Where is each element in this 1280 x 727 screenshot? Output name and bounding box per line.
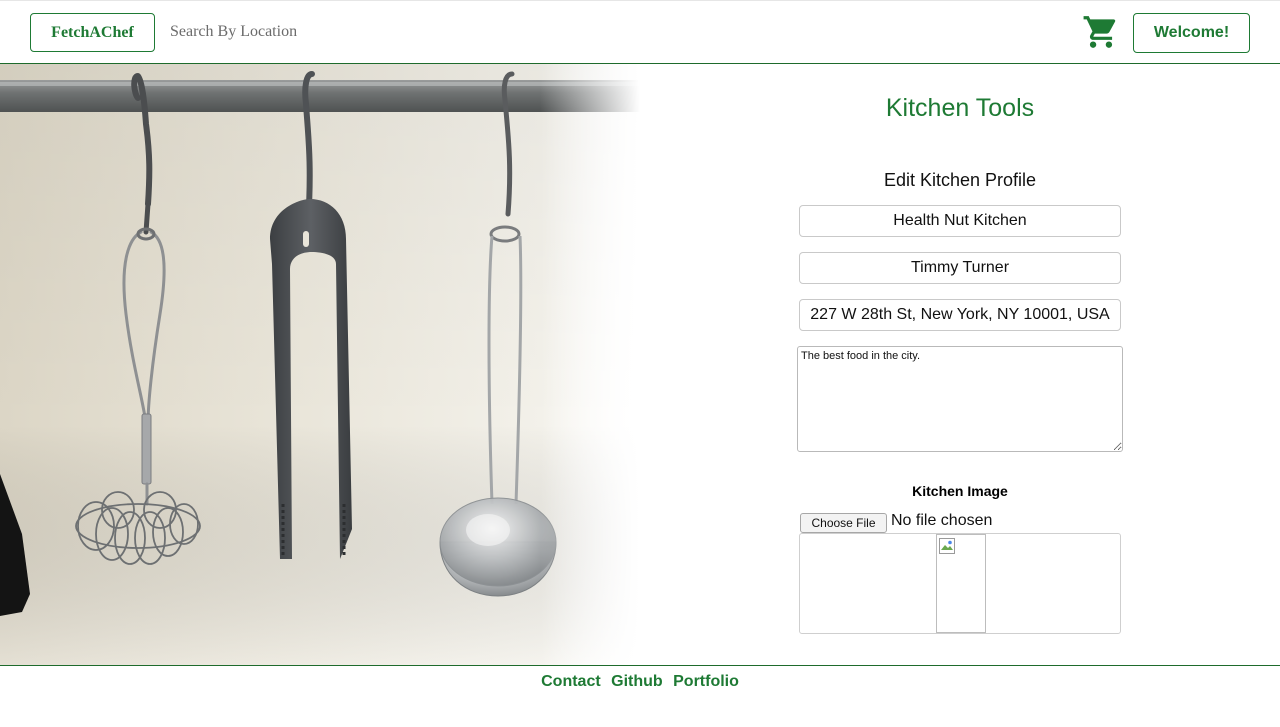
top-navbar: FetchAChef Welcome! — [0, 0, 1280, 64]
kitchen-description-textarea[interactable]: The best food in the city. — [797, 346, 1123, 452]
kitchen-image-label: Kitchen Image — [912, 483, 1008, 499]
kitchen-name-input[interactable] — [799, 205, 1121, 237]
kitchen-utensils-photo — [0, 64, 640, 666]
location-search-input[interactable] — [170, 15, 470, 49]
file-status-text: No file chosen — [891, 512, 993, 529]
address-input[interactable] — [799, 299, 1121, 331]
page-title: Kitchen Tools — [885, 94, 1035, 122]
brand-logo-button[interactable]: FetchAChef — [30, 13, 155, 52]
footer-link-github[interactable]: Github — [611, 673, 663, 690]
cart-icon[interactable] — [1082, 13, 1120, 51]
footer: Contact Github Portfolio — [0, 665, 1280, 727]
choose-file-button[interactable]: Choose File — [800, 513, 887, 533]
broken-image-icon — [936, 534, 986, 633]
form-heading: Edit Kitchen Profile — [883, 170, 1037, 190]
footer-link-contact[interactable]: Contact — [541, 673, 601, 690]
footer-link-portfolio[interactable]: Portfolio — [673, 673, 739, 690]
welcome-button[interactable]: Welcome! — [1133, 13, 1250, 53]
footer-links: Contact Github Portfolio — [0, 673, 1280, 691]
image-preview-box — [799, 533, 1121, 634]
owner-name-input[interactable] — [799, 252, 1121, 284]
